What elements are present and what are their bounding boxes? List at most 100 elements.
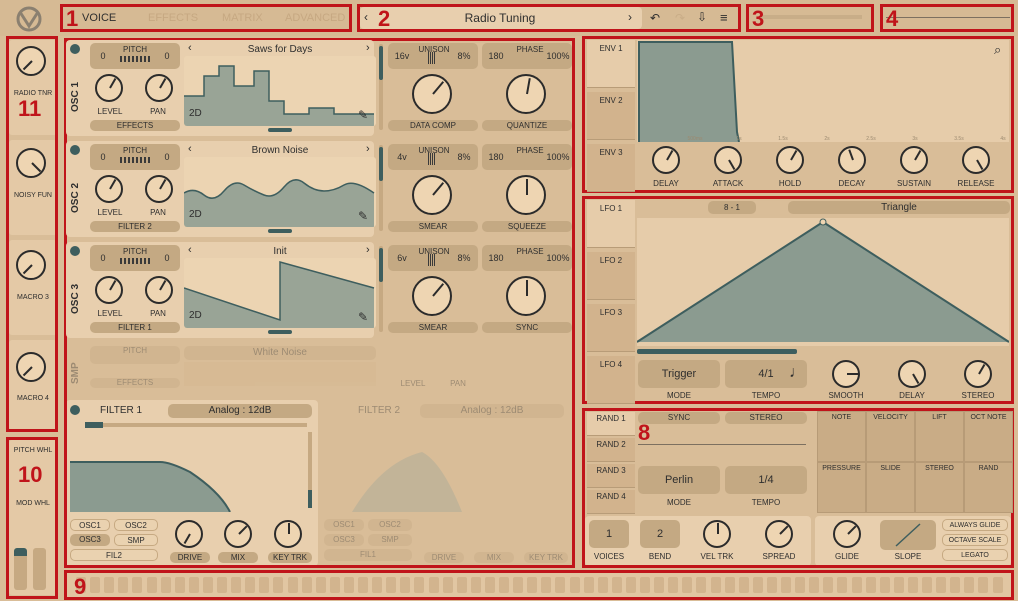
pitch-wheel[interactable] <box>14 548 27 590</box>
osc-2-mod2-label[interactable]: SQUEEZE <box>482 221 572 232</box>
osc-3-mod2-knob[interactable] <box>506 276 546 316</box>
chevron-left-icon[interactable]: ‹ <box>364 10 368 24</box>
env-graph[interactable] <box>637 40 1009 142</box>
osc-2-destination[interactable]: FILTER 2 <box>90 221 180 232</box>
tab-voice[interactable]: VOICE <box>82 12 116 24</box>
osc-3-wavetable-name[interactable]: Init <box>200 246 360 257</box>
voices-value[interactable]: 1 <box>589 520 629 548</box>
piano-key[interactable] <box>527 577 538 593</box>
lfo-smooth-knob[interactable] <box>832 360 860 388</box>
note-icon[interactable]: ♩ <box>789 364 805 382</box>
osc-2-level-knob[interactable] <box>95 175 123 203</box>
chevron-left-icon[interactable]: ‹ <box>188 42 192 54</box>
menu-icon[interactable]: ≡ <box>720 10 728 25</box>
tab-effects[interactable]: EFFECTS <box>148 12 198 24</box>
smp-dest[interactable]: EFFECTS <box>90 378 180 388</box>
smp-pitch[interactable]: PITCH <box>90 346 180 364</box>
piano-key[interactable] <box>837 577 848 593</box>
piano-key[interactable] <box>329 577 340 593</box>
osc-1-pitch-left[interactable]: 0 <box>94 51 112 61</box>
osc-1-mod2-knob[interactable] <box>506 74 546 114</box>
osc-1-pan-knob[interactable] <box>145 74 173 102</box>
piano-key[interactable] <box>710 577 721 593</box>
macro-knob-4[interactable] <box>16 352 46 382</box>
osc-1-frame-slider[interactable] <box>268 128 292 132</box>
smp-wave[interactable]: White Noise <box>184 346 376 360</box>
osc-1-phase-value[interactable]: 180 <box>484 51 508 61</box>
piano-key[interactable] <box>823 577 834 593</box>
lfo-shape[interactable]: Triangle <box>788 201 1010 214</box>
smp-level[interactable]: LEVEL <box>398 379 428 389</box>
osc-2-dimension[interactable]: 2D <box>189 209 202 220</box>
lfo-graph[interactable] <box>637 218 1009 346</box>
piano-key[interactable] <box>541 577 552 593</box>
piano-key[interactable] <box>202 577 213 593</box>
piano-key[interactable] <box>950 577 961 593</box>
mod-wheel[interactable] <box>33 548 46 590</box>
random-mode-value[interactable]: Perlin <box>638 466 720 494</box>
chevron-right-icon[interactable]: › <box>366 143 370 155</box>
filter-1-route-fil2[interactable]: FIL2 <box>70 549 158 561</box>
lfo-delay-knob[interactable] <box>898 360 926 388</box>
smp-pan[interactable]: PAN <box>443 379 473 389</box>
filter-1-drive-knob[interactable] <box>175 520 203 548</box>
filter-2-route-osc2[interactable]: OSC2 <box>368 519 412 531</box>
osc-1-mod1-label[interactable]: DATA COMP <box>388 120 478 131</box>
piano-key[interactable] <box>146 577 157 593</box>
piano-key[interactable] <box>766 577 777 593</box>
preset-name[interactable]: Radio Tuning <box>420 11 580 25</box>
osc-3-dimension[interactable]: 2D <box>189 310 202 321</box>
bend-value[interactable]: 2 <box>640 520 680 548</box>
pencil-icon[interactable]: ✎ <box>358 209 368 223</box>
chevron-right-icon[interactable]: › <box>366 42 370 54</box>
macro-knob-3[interactable] <box>16 250 46 280</box>
osc-3-level-knob[interactable] <box>95 276 123 304</box>
osc-1-unison-detune[interactable]: 8% <box>452 51 476 61</box>
pencil-icon[interactable]: ✎ <box>358 310 368 324</box>
piano-key[interactable] <box>217 577 227 593</box>
piano-key[interactable] <box>724 577 735 593</box>
osc-2-mod1-label[interactable]: SMEAR <box>388 221 478 232</box>
octave-scale-toggle[interactable]: OCTAVE SCALE <box>942 534 1008 546</box>
osc-3-pitch-right[interactable]: 0 <box>158 253 176 263</box>
piano-key[interactable] <box>273 577 284 593</box>
piano-key[interactable] <box>372 577 383 593</box>
piano-key[interactable] <box>809 577 820 593</box>
piano-key[interactable] <box>879 577 890 593</box>
piano-key[interactable] <box>160 577 171 593</box>
smp-label[interactable]: SMP <box>70 362 81 384</box>
piano-key[interactable] <box>188 577 199 593</box>
env-decay-knob[interactable] <box>838 146 866 174</box>
tab-matrix[interactable]: MATRIX <box>222 12 263 24</box>
random-stereo[interactable]: STEREO <box>725 412 807 424</box>
piano-key[interactable] <box>922 577 932 593</box>
osc-2-wavetable-name[interactable]: Brown Noise <box>200 145 360 156</box>
osc-1-wavetable-name[interactable]: Saws for Days <box>200 44 360 55</box>
piano-key[interactable] <box>132 577 143 593</box>
piano-key[interactable] <box>343 577 354 593</box>
env-sustain-knob[interactable] <box>900 146 928 174</box>
piano-key[interactable] <box>654 577 665 593</box>
piano-key[interactable] <box>287 577 298 593</box>
osc-3-pitch-left[interactable]: 0 <box>94 253 112 263</box>
lfo-phase-slider[interactable] <box>637 349 797 354</box>
piano-key[interactable] <box>668 577 679 593</box>
random-sync[interactable]: SYNC <box>638 412 720 424</box>
osc-3-toggle[interactable] <box>70 246 80 256</box>
piano-key[interactable] <box>174 577 185 593</box>
osc-2-toggle[interactable] <box>70 145 80 155</box>
chevron-right-icon[interactable]: › <box>366 244 370 256</box>
env-hold-knob[interactable] <box>776 146 804 174</box>
piano-key[interactable] <box>865 577 876 593</box>
osc-2-pitch-left[interactable]: 0 <box>94 152 112 162</box>
piano-key[interactable] <box>569 577 580 593</box>
piano-key[interactable] <box>499 577 509 593</box>
filter-1-route-smp[interactable]: SMP <box>114 534 158 546</box>
piano-key[interactable] <box>992 577 1003 593</box>
filter-1-route-osc3[interactable]: OSC3 <box>70 534 110 546</box>
filter-1-route-osc2[interactable]: OSC2 <box>114 519 158 531</box>
piano-key[interactable] <box>456 577 467 593</box>
piano-key[interactable] <box>893 577 904 593</box>
lfo-mode-value[interactable]: Trigger <box>638 360 720 388</box>
osc-1-destination[interactable]: EFFECTS <box>90 120 180 131</box>
